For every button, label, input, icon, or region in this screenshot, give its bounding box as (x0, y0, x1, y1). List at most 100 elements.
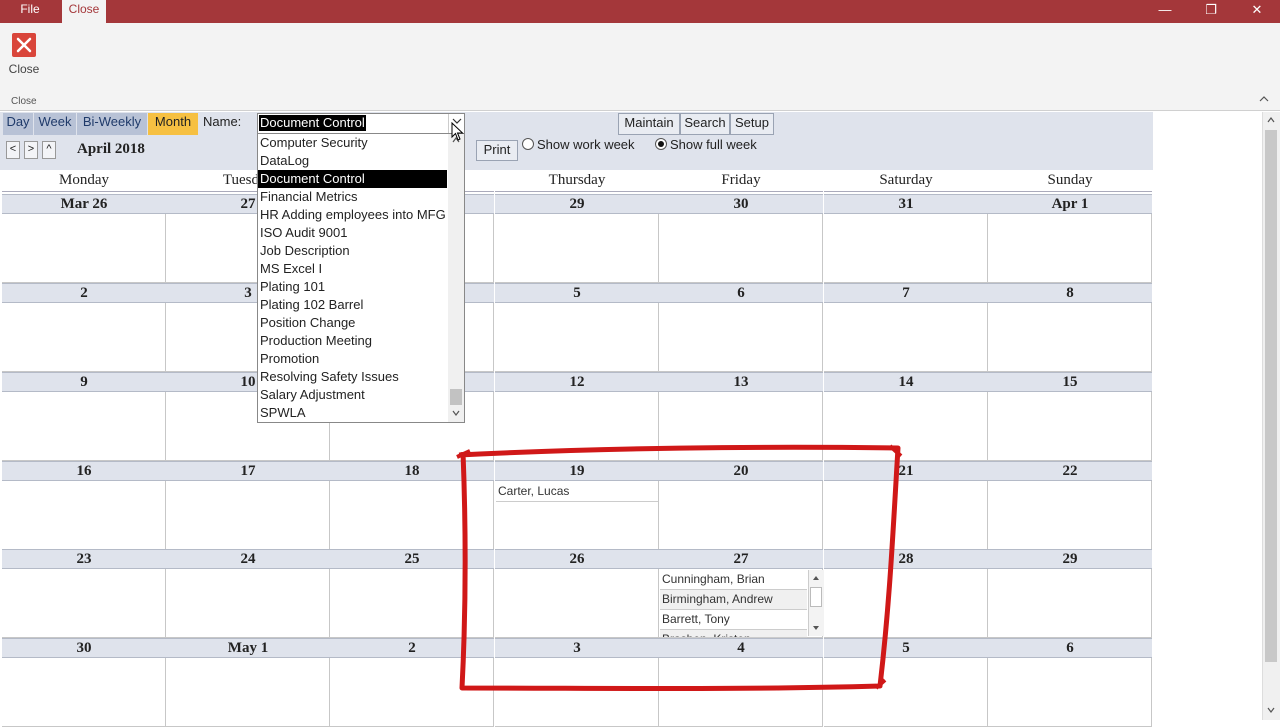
date-header[interactable]: 28 (824, 549, 988, 569)
dropdown-item[interactable]: SPWLA (258, 404, 447, 422)
previous-month-button[interactable]: < (6, 141, 20, 159)
date-header[interactable]: 29 (988, 549, 1152, 569)
date-header[interactable]: 30 (2, 638, 166, 658)
day-cell[interactable] (988, 214, 1152, 283)
date-header[interactable]: 17 (166, 461, 330, 481)
search-button[interactable]: Search (680, 113, 730, 135)
date-header[interactable]: 8 (988, 283, 1152, 303)
day-cell[interactable] (495, 658, 659, 727)
date-header[interactable]: 20 (659, 461, 823, 481)
dropdown-item[interactable]: Salary Adjustment (258, 386, 447, 404)
day-cell[interactable] (659, 214, 823, 283)
dropdown-item[interactable]: Document Control (258, 170, 447, 188)
radio-checked-icon[interactable] (655, 138, 667, 150)
ribbon-collapse-icon[interactable] (1259, 95, 1269, 106)
day-cell[interactable] (988, 569, 1152, 638)
day-cell[interactable] (2, 303, 166, 372)
close-command-button[interactable]: Close (0, 62, 48, 76)
date-header[interactable]: 18 (330, 461, 494, 481)
entry-list-scroll-down-icon[interactable] (810, 622, 822, 634)
day-cell[interactable] (495, 392, 659, 461)
up-button[interactable]: ^ (42, 141, 56, 159)
radio-unchecked-icon[interactable] (522, 138, 534, 150)
date-header[interactable]: 24 (166, 549, 330, 569)
date-header[interactable]: 5 (824, 638, 988, 658)
day-cell[interactable] (330, 658, 494, 727)
day-cell[interactable] (824, 658, 988, 727)
date-header[interactable]: 13 (659, 372, 823, 392)
day-cell[interactable] (2, 392, 166, 461)
date-header[interactable]: Mar 26 (2, 194, 166, 214)
date-header[interactable]: 31 (824, 194, 988, 214)
dropdown-item[interactable]: Position Change (258, 314, 447, 332)
calendar-entry[interactable]: Cunningham, Brian (660, 570, 807, 590)
restore-icon[interactable]: ❐ (1188, 0, 1234, 23)
date-header[interactable]: 25 (330, 549, 494, 569)
day-cell[interactable] (166, 481, 330, 550)
page-scrollbar-thumb[interactable] (1265, 130, 1277, 662)
day-cell[interactable] (659, 303, 823, 372)
day-cell[interactable] (824, 303, 988, 372)
day-cell[interactable] (495, 569, 659, 638)
date-header[interactable]: 2 (2, 283, 166, 303)
dropdown-item[interactable]: Computer Security (258, 134, 447, 152)
day-cell[interactable] (824, 214, 988, 283)
date-header[interactable]: 29 (495, 194, 659, 214)
print-button[interactable]: Print (476, 140, 518, 161)
day-cell[interactable] (166, 569, 330, 638)
day-cell[interactable] (330, 481, 494, 550)
date-header[interactable]: 5 (495, 283, 659, 303)
show-work-week-radio[interactable]: Show work week (522, 137, 635, 152)
date-header[interactable]: 26 (495, 549, 659, 569)
date-header[interactable]: 12 (495, 372, 659, 392)
minimize-icon[interactable]: — (1142, 0, 1188, 23)
date-header[interactable]: 2 (330, 638, 494, 658)
day-cell[interactable] (824, 392, 988, 461)
dropdown-item[interactable]: Plating 101 (258, 278, 447, 296)
dropdown-scrollbar[interactable] (448, 134, 464, 422)
day-cell[interactable] (2, 569, 166, 638)
view-month-button[interactable]: Month (148, 113, 198, 135)
dropdown-item[interactable]: MS Excel I (258, 260, 447, 278)
day-cell[interactable] (330, 569, 494, 638)
date-header[interactable]: 9 (2, 372, 166, 392)
tab-close[interactable]: Close (62, 0, 106, 23)
date-header[interactable]: 4 (659, 638, 823, 658)
date-header[interactable]: 19 (495, 461, 659, 481)
day-cell[interactable] (2, 214, 166, 283)
date-header[interactable]: 21 (824, 461, 988, 481)
date-header[interactable]: 6 (659, 283, 823, 303)
day-cell[interactable] (495, 303, 659, 372)
date-header[interactable]: 6 (988, 638, 1152, 658)
scroll-down-icon[interactable] (1262, 704, 1280, 718)
date-header[interactable]: 7 (824, 283, 988, 303)
tab-file[interactable]: File (8, 0, 52, 23)
dropdown-item[interactable]: Job Description (258, 242, 447, 260)
day-cell[interactable] (988, 481, 1152, 550)
day-cell[interactable] (659, 392, 823, 461)
window-close-icon[interactable]: ✕ (1234, 0, 1280, 23)
view-day-button[interactable]: Day (3, 113, 33, 135)
show-full-week-radio[interactable]: Show full week (655, 137, 757, 152)
calendar-entry[interactable]: Birmingham, Andrew (660, 590, 807, 610)
calendar-entry[interactable]: Carter, Lucas (496, 482, 658, 502)
calendar-entry[interactable]: Brashen, Kristen (660, 630, 807, 638)
date-header[interactable]: 30 (659, 194, 823, 214)
maintain-button[interactable]: Maintain (618, 113, 680, 135)
date-header[interactable]: 23 (2, 549, 166, 569)
date-header[interactable]: Apr 1 (988, 194, 1152, 214)
day-cell[interactable] (659, 658, 823, 727)
date-header[interactable]: 22 (988, 461, 1152, 481)
dropdown-item[interactable]: Promotion (258, 350, 447, 368)
dropdown-item[interactable]: Financial Metrics (258, 188, 447, 206)
date-header[interactable]: 14 (824, 372, 988, 392)
scroll-up-icon[interactable] (1262, 114, 1280, 128)
day-cell[interactable] (824, 569, 988, 638)
dropdown-item[interactable]: DataLog (258, 152, 447, 170)
day-cell[interactable] (659, 481, 823, 550)
dropdown-scrollbar-thumb[interactable] (450, 389, 462, 405)
dropdown-scroll-down-icon[interactable] (450, 407, 462, 419)
view-week-button[interactable]: Week (34, 113, 76, 135)
day-cell[interactable] (495, 214, 659, 283)
dropdown-item[interactable]: Resolving Safety Issues (258, 368, 447, 386)
